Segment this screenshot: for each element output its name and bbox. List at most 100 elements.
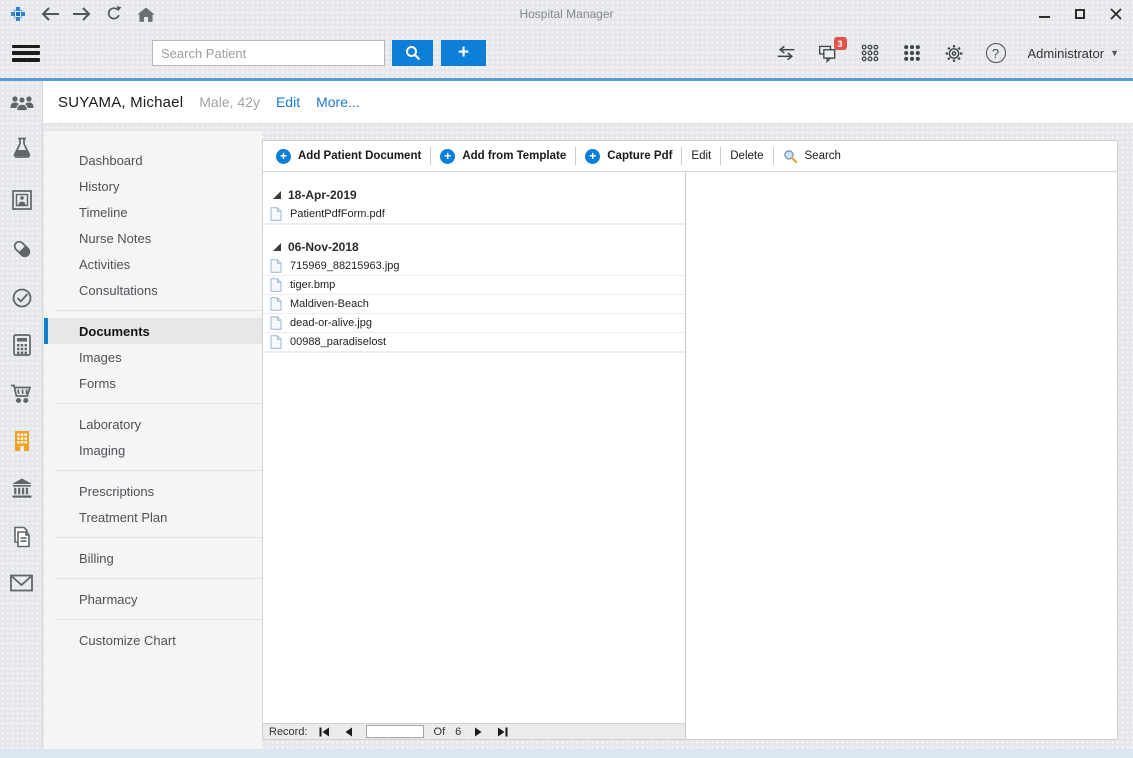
date-group: 18-Apr-2019 PatientPdfForm.pdf <box>263 185 685 225</box>
file-name: 00988_paradiselost <box>290 336 386 348</box>
nav-separator <box>56 619 262 620</box>
apps-grid-outline-icon[interactable] <box>860 43 880 63</box>
nav-item-label: Activities <box>48 257 130 272</box>
menu-icon[interactable] <box>12 45 40 62</box>
edit-button[interactable]: Edit <box>682 144 720 168</box>
document-row[interactable]: 715969_88215963.jpg <box>263 257 685 276</box>
file-icon <box>270 335 282 349</box>
calculator-icon[interactable] <box>0 333 43 357</box>
file-name: dead-or-alive.jpg <box>290 317 372 329</box>
document-row[interactable]: tiger.bmp <box>263 276 685 295</box>
nav-item-nurse-notes[interactable]: Nurse Notes <box>44 225 262 251</box>
file-icon <box>270 316 282 330</box>
user-menu[interactable]: Administrator ▼ <box>1028 46 1120 61</box>
delete-button[interactable]: Delete <box>721 144 772 168</box>
nav-item-prescriptions[interactable]: Prescriptions <box>44 478 262 504</box>
date-group-header[interactable]: 06-Nov-2018 <box>263 237 685 257</box>
titlebar: Hospital Manager <box>0 0 1133 28</box>
document-row[interactable]: PatientPdfForm.pdf <box>263 205 685 224</box>
tasks-check-icon[interactable] <box>0 286 43 310</box>
medication-pill-icon[interactable] <box>0 237 43 261</box>
mail-icon[interactable] <box>0 573 43 593</box>
nav-item-pharmacy[interactable]: Pharmacy <box>44 586 262 612</box>
documents-toolbar: + Add Patient Document + Add from Templa… <box>263 141 1117 172</box>
bank-icon[interactable] <box>0 477 43 499</box>
file-icon <box>270 297 282 311</box>
hospital-building-icon[interactable] <box>0 429 43 453</box>
add-patient-button[interactable]: + <box>441 40 486 66</box>
document-list: 18-Apr-2019 PatientPdfForm.pdf 06-Nov-201… <box>263 172 685 723</box>
search-documents-button[interactable]: Search <box>774 144 850 168</box>
search-button[interactable] <box>392 40 433 66</box>
document-row[interactable]: Maldiven-Beach <box>263 295 685 314</box>
status-strip <box>0 749 1133 758</box>
nav-separator <box>56 403 262 404</box>
patient-edit-link[interactable]: Edit <box>276 94 300 110</box>
nav-item-imaging[interactable]: Imaging <box>44 437 262 463</box>
message-count-badge: 3 <box>834 37 847 50</box>
settings-gear-icon[interactable] <box>944 43 964 63</box>
patient-more-link[interactable]: More... <box>316 94 360 110</box>
previous-record-button[interactable] <box>342 726 356 738</box>
nav-item-label: Treatment Plan <box>48 510 167 525</box>
document-list-panel: 18-Apr-2019 PatientPdfForm.pdf 06-Nov-201… <box>263 172 686 739</box>
nav-item-laboratory[interactable]: Laboratory <box>44 411 262 437</box>
apps-grid-filled-icon[interactable] <box>902 43 922 63</box>
chevron-down-icon: ▼ <box>1110 48 1119 58</box>
record-number-input[interactable] <box>366 725 424 738</box>
nav-item-treatment-plan[interactable]: Treatment Plan <box>44 504 262 530</box>
nav-item-documents[interactable]: Documents <box>44 318 262 344</box>
record-navigator: Record: Of 6 <box>263 723 685 739</box>
lab-flask-icon[interactable] <box>0 136 43 160</box>
nav-item-label: Prescriptions <box>48 484 154 499</box>
capture-pdf-button[interactable]: + Capture Pdf <box>576 144 681 168</box>
nav-separator <box>56 578 262 579</box>
transfer-icon[interactable] <box>776 43 796 63</box>
nav-item-consultations[interactable]: Consultations <box>44 277 262 303</box>
last-record-button[interactable] <box>495 726 509 738</box>
photo-id-icon[interactable] <box>0 189 43 211</box>
document-row[interactable]: dead-or-alive.jpg <box>263 314 685 333</box>
nav-item-activities[interactable]: Activities <box>44 251 262 277</box>
nav-item-timeline[interactable]: Timeline <box>44 199 262 225</box>
nav-item-label: Forms <box>48 376 116 391</box>
nav-item-label: Timeline <box>48 205 128 220</box>
record-label: Record: <box>269 726 308 738</box>
file-name: 715969_88215963.jpg <box>290 260 400 272</box>
nav-item-forms[interactable]: Forms <box>44 370 262 396</box>
magnifier-icon <box>783 149 798 164</box>
nav-item-label: History <box>48 179 119 194</box>
collapse-triangle-icon <box>273 191 281 199</box>
nav-item-images[interactable]: Images <box>44 344 262 370</box>
maximize-button[interactable] <box>1069 3 1091 25</box>
nav-item-dashboard[interactable]: Dashboard <box>44 147 262 173</box>
file-name: tiger.bmp <box>290 279 335 291</box>
document-preview-panel <box>686 172 1117 739</box>
record-of-label: Of <box>434 726 446 738</box>
next-record-button[interactable] <box>471 726 485 738</box>
minimize-button[interactable] <box>1033 3 1055 25</box>
date-group-header[interactable]: 18-Apr-2019 <box>263 185 685 205</box>
add-patient-document-button[interactable]: + Add Patient Document <box>267 144 430 168</box>
main-toolbar: + 3 <box>0 28 1133 78</box>
cart-icon[interactable] <box>0 381 43 405</box>
first-record-button[interactable] <box>318 726 332 738</box>
patient-name: SUYAMA, Michael <box>58 94 183 111</box>
document-row[interactable]: 00988_paradiselost <box>263 333 685 352</box>
add-from-template-button[interactable]: + Add from Template <box>431 144 575 168</box>
file-name: PatientPdfForm.pdf <box>290 208 385 220</box>
close-button[interactable] <box>1105 3 1127 25</box>
help-icon[interactable]: ? <box>986 43 1006 63</box>
nav-item-history[interactable]: History <box>44 173 262 199</box>
group-date-label: 18-Apr-2019 <box>288 188 357 202</box>
nav-item-billing[interactable]: Billing <box>44 545 262 571</box>
documents-copy-icon[interactable] <box>0 525 43 549</box>
patients-icon[interactable] <box>0 94 43 112</box>
record-total: 6 <box>455 726 461 738</box>
file-icon <box>270 207 282 221</box>
nav-item-label: Customize Chart <box>48 633 176 648</box>
patient-search-input[interactable] <box>152 40 385 66</box>
messages-icon[interactable]: 3 <box>818 43 838 63</box>
nav-item-customize-chart[interactable]: Customize Chart <box>44 627 262 653</box>
nav-item-label: Pharmacy <box>48 592 138 607</box>
